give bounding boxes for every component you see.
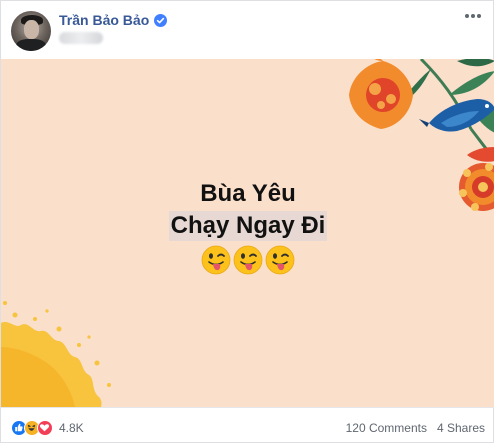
post-card: Trần Bảo Bảo Bùa Yêu Chạy Ngay Đi 4.8K 1… (0, 0, 494, 443)
post-header: Trần Bảo Bảo (1, 1, 494, 59)
author-name[interactable]: Trần Bảo Bảo (59, 12, 149, 28)
caption-line-1: Bùa Yêu (200, 180, 296, 207)
winking-tongue-face-emoji (265, 245, 295, 275)
reactions-summary[interactable]: 4.8K (11, 420, 84, 436)
post-background-image[interactable]: Bùa Yêu Chạy Ngay Đi (1, 59, 494, 407)
post-footer: 4.8K 120 Comments 4 Shares (1, 407, 494, 443)
more-horizontal-icon[interactable] (463, 9, 483, 23)
engagement-stats: 120 Comments 4 Shares (346, 421, 485, 435)
author-name-row: Trần Bảo Bảo (59, 11, 168, 29)
verified-badge-icon (154, 13, 168, 27)
shares-count-link[interactable]: 4 Shares (437, 421, 485, 435)
love-icon (37, 420, 53, 436)
author-avatar[interactable] (11, 11, 51, 51)
emoji-row (1, 245, 494, 275)
winking-tongue-face-emoji (201, 245, 231, 275)
post-text-overlay: Bùa Yêu Chạy Ngay Đi (1, 179, 494, 275)
reaction-count[interactable]: 4.8K (59, 421, 84, 435)
winking-tongue-face-emoji (233, 245, 263, 275)
caption-line-2: Chạy Ngay Đi (168, 211, 328, 241)
comments-count-link[interactable]: 120 Comments (346, 421, 427, 435)
post-timestamp-blurred (59, 32, 103, 44)
